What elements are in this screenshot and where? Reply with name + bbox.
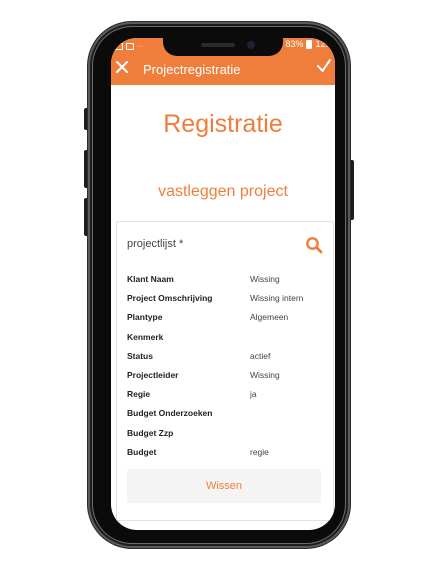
detail-value: regie: [250, 446, 269, 457]
status-icons-left: ···: [115, 40, 144, 52]
project-list-label: projectlijst *: [127, 238, 184, 250]
page-title: Registratie: [163, 110, 283, 138]
detail-value: actief: [250, 350, 271, 361]
detail-key: Klant Naam: [127, 274, 174, 284]
detail-key: Regie: [127, 389, 151, 400]
detail-value: Wissing: [250, 274, 280, 284]
battery-icon: [306, 39, 313, 49]
detail-key: Budget: [127, 446, 157, 457]
detail-key: Budget Zzp: [127, 427, 174, 438]
status-icons-right: 83% 12:5: [285, 39, 333, 49]
project-card: projectlijst * Klant Naam Wissing Projec…: [116, 221, 334, 521]
clear-button[interactable]: Wissen: [127, 469, 321, 503]
detail-row: Budget regie: [127, 445, 325, 464]
more-notifications-icon: ···: [137, 42, 144, 50]
search-icon[interactable]: [305, 236, 323, 254]
detail-key: Budget Onderzoeken: [127, 408, 213, 419]
clock: 12:5: [315, 39, 333, 49]
detail-key: Project Omschrijving: [127, 293, 213, 304]
search-icon-glyph: [306, 237, 323, 254]
check-icon[interactable]: [315, 58, 333, 76]
notification-icon: [126, 42, 134, 50]
project-details: Klant Naam Wissing Project Omschrijving …: [127, 272, 325, 464]
detail-row: Budget Onderzoeken: [127, 406, 325, 425]
notification-icon: [115, 42, 123, 50]
detail-row: Plantype Algemeen: [127, 310, 325, 329]
close-icon-glyph: [116, 61, 128, 73]
phone-screen: ··· 83% 12:5 Projectregistratie Registra…: [111, 38, 335, 530]
detail-value: ja: [250, 389, 257, 400]
detail-value: Wissing: [250, 369, 280, 380]
detail-key: Kenmerk: [127, 331, 164, 342]
detail-value: Wissing intern: [250, 293, 304, 304]
project-selector[interactable]: projectlijst *: [127, 236, 325, 256]
battery-percentage: 83%: [285, 39, 304, 49]
detail-row: Klant Naam Wissing: [127, 272, 325, 291]
close-icon[interactable]: [114, 60, 130, 76]
detail-row: Kenmerk: [127, 330, 325, 349]
detail-value: Algemeen: [250, 312, 289, 323]
detail-row: Budget Zzp: [127, 426, 325, 445]
appbar-title: Projectregistratie: [143, 62, 241, 77]
check-icon-glyph: [317, 59, 331, 72]
speaker: [201, 43, 235, 47]
detail-row: Status actief: [127, 349, 325, 368]
page-subtitle: vastleggen project: [158, 183, 288, 200]
detail-key: Projectleider: [127, 369, 179, 380]
detail-row: Project Omschrijving Wissing intern: [127, 291, 325, 310]
detail-row: Regie ja: [127, 387, 325, 406]
detail-key: Plantype: [127, 312, 163, 323]
detail-key: Status: [127, 350, 153, 361]
phone-notch: [163, 38, 283, 56]
detail-row: Projectleider Wissing: [127, 368, 325, 387]
front-camera: [247, 41, 255, 49]
